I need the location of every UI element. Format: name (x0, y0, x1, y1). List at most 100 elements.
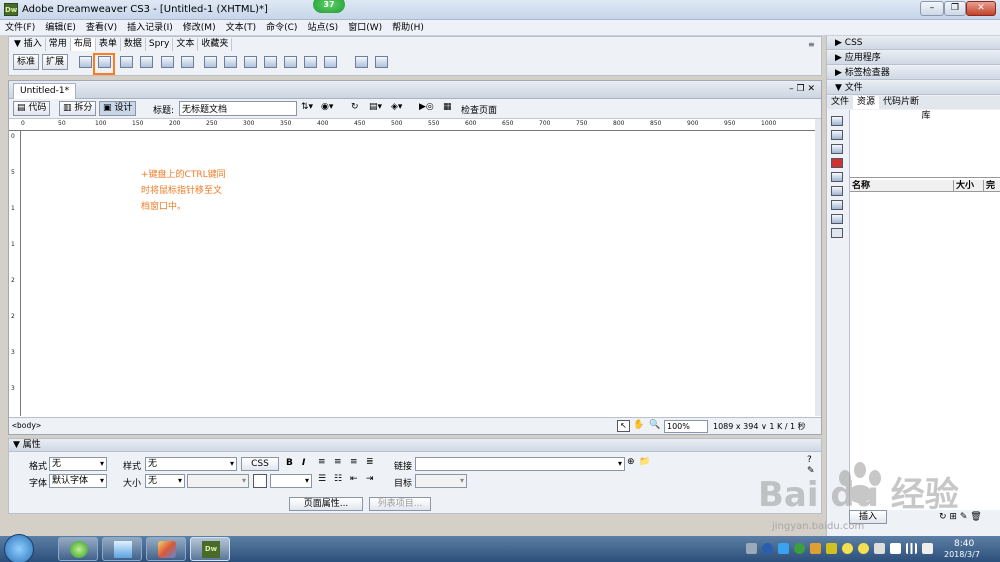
tab-text[interactable]: 文本 (173, 38, 199, 51)
view-options-icon[interactable]: ▤▾ (369, 102, 382, 112)
spry-menu-icon[interactable] (355, 56, 368, 68)
taskbar-dreamweaver[interactable]: Dw (190, 537, 230, 561)
close-button[interactable]: ✕ (966, 1, 996, 16)
images-asset-icon[interactable] (831, 116, 843, 126)
column-name[interactable]: 名称 (850, 180, 954, 192)
usb-tray-icon[interactable] (874, 543, 885, 554)
tab-files[interactable]: 文件 (827, 96, 853, 109)
spry-panel-icon[interactable] (375, 56, 388, 68)
notification-badge[interactable]: 37 (313, 0, 345, 13)
volume-tray-icon[interactable] (922, 543, 933, 554)
draw-layout-cell-icon[interactable] (181, 56, 194, 68)
insert-panel-title[interactable]: ▼ 插入 (11, 38, 46, 51)
page-properties-button[interactable]: 页面属性... (289, 497, 363, 511)
tag-selector-body[interactable]: <body> (12, 421, 41, 430)
text-color-input[interactable] (270, 474, 312, 488)
flash-asset-icon[interactable] (831, 158, 843, 168)
bold-button[interactable]: B (286, 458, 293, 468)
frames-icon[interactable] (324, 56, 337, 68)
split-view-button[interactable]: ▥ 拆分 (59, 101, 97, 116)
menu-insert-record[interactable]: 插入记录(I) (122, 20, 178, 36)
qq-tray-icon[interactable] (826, 543, 837, 554)
vertical-scrollbar[interactable] (815, 119, 821, 416)
design-view-button[interactable]: ▣ 设计 (99, 101, 137, 116)
justify-icon[interactable]: ≣ (366, 457, 374, 467)
refresh-icon[interactable]: ↻ (351, 102, 359, 112)
layout-table-icon[interactable] (161, 56, 174, 68)
tab-assets[interactable]: 资源 (853, 96, 880, 109)
preview-browser-icon[interactable]: ◉▾ (321, 102, 333, 112)
style-select[interactable]: 无 (145, 457, 237, 471)
shockwave-asset-icon[interactable] (831, 172, 843, 182)
menu-view[interactable]: 查看(V) (81, 20, 122, 36)
document-tab[interactable]: Untitled-1* (13, 83, 77, 99)
files-panel-header[interactable]: ▼ 文件 (827, 81, 1000, 95)
taskbar-explorer[interactable] (102, 537, 142, 561)
menu-text[interactable]: 文本(T) (221, 20, 262, 36)
movies-asset-icon[interactable] (831, 186, 843, 196)
network-tray-icon[interactable] (906, 543, 917, 554)
title-input[interactable] (179, 101, 297, 116)
tab-snippets[interactable]: 代码片断 (879, 96, 923, 109)
code-view-button[interactable]: ▤ 代码 (13, 101, 51, 116)
templates-asset-icon[interactable] (831, 214, 843, 224)
tab-favorites[interactable]: 收藏夹 (198, 38, 233, 51)
start-button[interactable] (4, 534, 34, 562)
standard-mode-button[interactable]: 标准 (13, 54, 40, 70)
panel-options-icon[interactable]: ≡ (808, 40, 815, 49)
menu-file[interactable]: 文件(F) (0, 20, 40, 36)
tab-common[interactable]: 常用 (46, 38, 71, 51)
tab-layout[interactable]: 布局 (70, 38, 96, 51)
flag-tray-icon[interactable] (890, 543, 901, 554)
menu-modify[interactable]: 修改(M) (178, 20, 221, 36)
draw-ap-div-icon[interactable] (140, 56, 153, 68)
help-tray-icon[interactable] (762, 543, 773, 554)
check-page-icon[interactable]: ▦ (443, 102, 452, 112)
unordered-list-icon[interactable]: ☰ (318, 474, 326, 484)
document-window-controls[interactable]: – ❐ ✕ (789, 84, 815, 94)
keyboard-tray-icon[interactable] (746, 543, 757, 554)
insert-column-left-icon[interactable] (264, 56, 277, 68)
taskbar-browser[interactable] (58, 537, 98, 561)
menu-window[interactable]: 窗口(W) (343, 20, 387, 36)
align-center-icon[interactable]: ≡ (334, 457, 342, 467)
font-select[interactable]: 默认字体 (49, 474, 107, 488)
menu-help[interactable]: 帮助(H) (387, 20, 429, 36)
outdent-icon[interactable]: ⇤ (350, 474, 358, 484)
insert-column-right-icon[interactable] (284, 56, 297, 68)
zoom-tool-icon[interactable]: 🔍 (649, 420, 660, 430)
qq-second-tray-icon[interactable] (858, 543, 869, 554)
css-panel-header[interactable]: ▶ CSS (827, 36, 1000, 50)
align-right-icon[interactable]: ≡ (350, 457, 358, 467)
text-color-picker[interactable] (253, 474, 267, 488)
restore-button[interactable]: ❐ (944, 1, 966, 16)
validate-markup-icon[interactable]: ▶◎ (419, 102, 434, 112)
expanded-mode-button[interactable]: 扩展 (42, 54, 69, 70)
application-panel-header[interactable]: ▶ 应用程序 (827, 51, 1000, 65)
tab-data[interactable]: 数据 (121, 38, 146, 51)
hand-tool-icon[interactable]: ✋ (633, 420, 644, 430)
insert-row-below-icon[interactable] (244, 56, 257, 68)
insert-row-above-icon[interactable] (224, 56, 237, 68)
urls-asset-icon[interactable] (831, 144, 843, 154)
window-size-info[interactable]: 1089 x 394 ∨ 1 K / 1 秒 (713, 421, 806, 432)
minimize-button[interactable]: – (920, 1, 944, 16)
column-size[interactable]: 大小 (954, 180, 984, 192)
scripts-asset-icon[interactable] (831, 200, 843, 210)
column-extra[interactable]: 完 (984, 180, 1000, 192)
tag-inspector-panel-header[interactable]: ▶ 标签检查器 (827, 66, 1000, 80)
menu-commands[interactable]: 命令(C) (261, 20, 302, 36)
iframe-icon[interactable] (304, 56, 317, 68)
update-tray-icon[interactable] (810, 543, 821, 554)
security-tray-icon[interactable] (794, 543, 805, 554)
clock-time[interactable]: 8:40 (954, 539, 974, 549)
table-icon[interactable] (79, 56, 92, 68)
clock-date[interactable]: 2018/3/7 (944, 550, 980, 559)
library-asset-icon[interactable] (831, 228, 843, 238)
size-select[interactable]: 无 (145, 474, 185, 488)
taskbar-paint[interactable] (146, 537, 186, 561)
italic-button[interactable]: I (302, 458, 305, 468)
table-grid-icon[interactable] (204, 56, 217, 68)
properties-header[interactable]: ▼ 属性 (9, 439, 821, 452)
tab-spry[interactable]: Spry (146, 38, 174, 51)
